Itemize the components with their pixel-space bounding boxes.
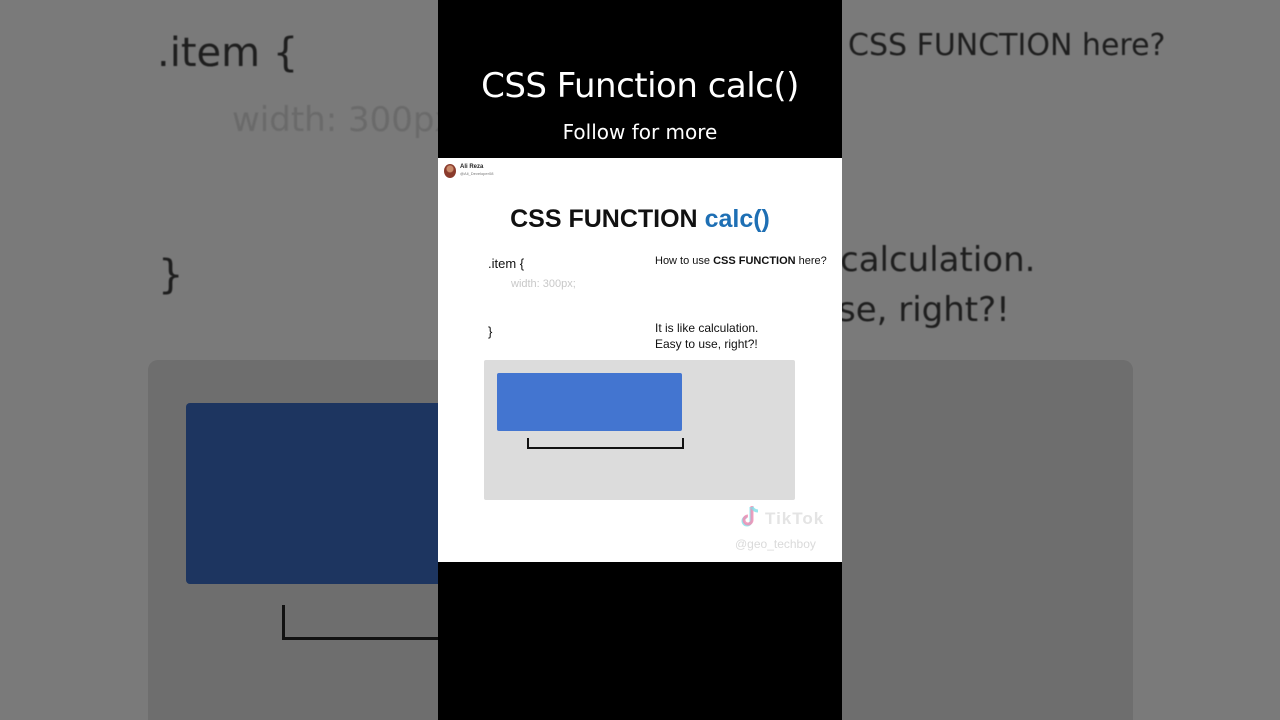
author-handle: @Ali_Developer08	[460, 171, 494, 176]
watermark-brand: TikTok	[765, 509, 825, 528]
avatar	[444, 164, 456, 178]
note-line-1: It is like calculation.	[655, 321, 759, 335]
question-suffix: here?	[795, 255, 827, 267]
code-property: width: 300px;	[511, 278, 576, 290]
video-subtitle: Follow for more	[562, 120, 718, 144]
question-note: How to use CSS FUNCTION here?	[655, 255, 827, 267]
note-line-2: Easy to use, right?!	[655, 337, 758, 351]
demo-item-bar	[497, 373, 682, 431]
bg-property-text: width: 300px	[232, 100, 455, 140]
watermark-handle: @geo_techboy	[735, 537, 816, 551]
bg-demo-bar	[186, 403, 476, 584]
slide-title-fn: calc()	[704, 205, 770, 233]
bg-question-text: e CSS FUNCTION here?	[820, 28, 1166, 63]
author-name: Ali Reza	[460, 164, 484, 170]
author-info: Ali Reza @Ali_Developer08	[444, 164, 493, 178]
video-frame[interactable]: CSS Function calc() Follow for more Ali …	[438, 0, 842, 720]
code-selector: .item {	[488, 256, 525, 271]
tutorial-slide: Ali Reza @Ali_Developer08 CSS FUNCTION c…	[438, 158, 842, 562]
code-close-brace: }	[488, 324, 493, 339]
question-bold: CSS FUNCTION	[713, 255, 796, 267]
question-prefix: How to use	[655, 255, 714, 267]
bg-selector-text: .item {	[157, 30, 299, 76]
bg-easy-text: se, right?!	[838, 290, 1010, 330]
bg-calc-text: calculation.	[840, 240, 1036, 280]
tiktok-logo-icon	[741, 506, 759, 527]
slide-title-main: CSS FUNCTION	[510, 205, 698, 233]
slide-title: CSS FUNCTION calc()	[438, 205, 842, 234]
video-title: CSS Function calc()	[481, 66, 799, 106]
bg-brace-text: }	[158, 252, 184, 298]
demo-container	[484, 360, 795, 500]
width-bracket	[527, 438, 684, 449]
